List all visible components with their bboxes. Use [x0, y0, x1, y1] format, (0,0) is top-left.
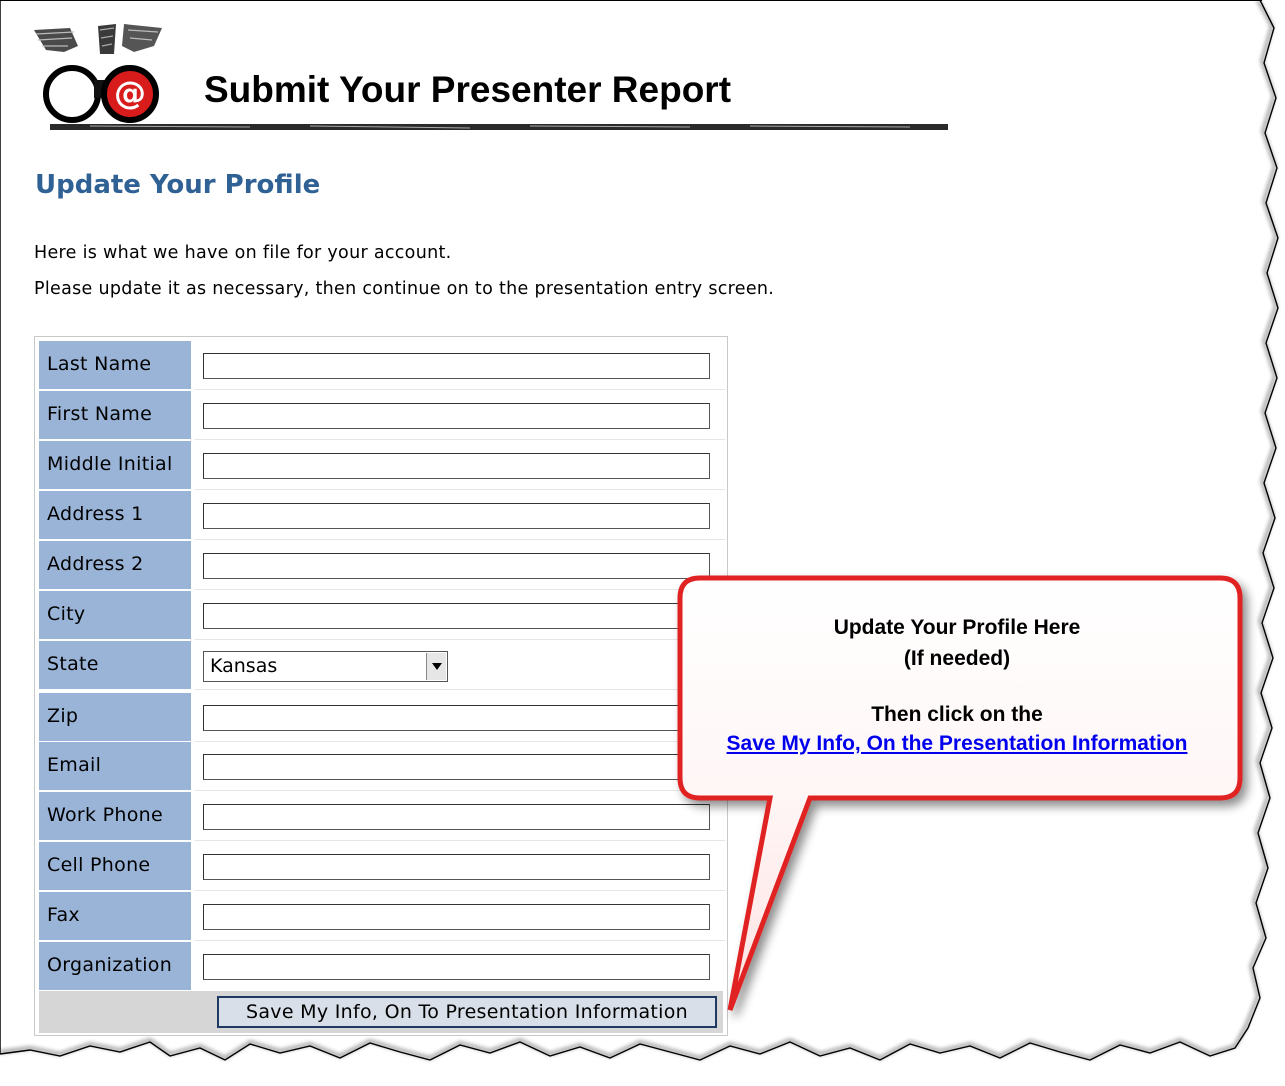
cell-phone-input[interactable] — [203, 854, 710, 880]
form-row-email: Email — [39, 742, 725, 791]
organization-input[interactable] — [203, 954, 710, 980]
row-divider — [195, 890, 725, 891]
form-row-cell-phone: Cell Phone — [39, 842, 725, 891]
presenter-logo: @ — [34, 24, 162, 123]
row-divider — [195, 790, 725, 791]
row-divider — [195, 940, 725, 941]
intro-text-1: Here is what we have on file for your ac… — [34, 243, 452, 263]
form-row-zip: Zip — [39, 693, 725, 742]
chevron-down-icon[interactable] — [426, 653, 446, 680]
first-name-input[interactable] — [203, 403, 710, 429]
middle-initial-input[interactable] — [203, 453, 710, 479]
row-divider — [195, 689, 725, 690]
email-input[interactable] — [203, 754, 710, 780]
state-select-value: Kansas — [210, 655, 278, 677]
row-divider — [195, 439, 725, 440]
state-select[interactable]: Kansas — [203, 651, 448, 682]
page-title: Update Your Profile — [35, 170, 321, 200]
zip-input[interactable] — [203, 705, 710, 731]
form-row-address-2: Address 2 — [39, 541, 725, 590]
row-divider — [195, 489, 725, 490]
state-label: State — [39, 641, 191, 689]
form-row-fax: Fax — [39, 892, 725, 941]
middle-initial-label: Middle Initial — [39, 441, 191, 489]
form-row-address-1: Address 1 — [39, 491, 725, 540]
callout-line-3: Then click on the — [871, 703, 1043, 726]
profile-form: Last Name First Name Middle Initial Addr… — [34, 336, 728, 1036]
form-row-work-phone: Work Phone — [39, 792, 725, 841]
cell-phone-label: Cell Phone — [39, 842, 191, 890]
form-footer: Save My Info, On To Presentation Informa… — [39, 991, 723, 1033]
callout-save-link[interactable]: Save My Info, On the Presentation Inform… — [690, 732, 1224, 756]
fax-input[interactable] — [203, 904, 710, 930]
form-row-first-name: First Name — [39, 391, 725, 440]
svg-text:@: @ — [114, 74, 146, 112]
row-divider — [195, 840, 725, 841]
address-2-input[interactable] — [203, 553, 710, 579]
city-label: City — [39, 591, 191, 639]
intro-text-2: Please update it as necessary, then cont… — [34, 279, 775, 299]
report-header-title: Submit Your Presenter Report — [204, 69, 732, 110]
first-name-label: First Name — [39, 391, 191, 439]
work-phone-input[interactable] — [203, 804, 710, 830]
fax-label: Fax — [39, 892, 191, 940]
form-row-state: State Kansas — [39, 641, 725, 690]
address-1-input[interactable] — [203, 503, 710, 529]
callout-line-1: Update Your Profile Here — [833, 616, 1081, 639]
email-label: Email — [39, 742, 191, 790]
save-my-info-button[interactable]: Save My Info, On To Presentation Informa… — [217, 996, 717, 1028]
form-row-city: City — [39, 591, 725, 640]
last-name-input[interactable] — [203, 353, 710, 379]
callout-line-2: (If needed) — [903, 647, 1011, 670]
row-divider — [195, 539, 725, 540]
row-divider — [195, 589, 725, 590]
row-divider — [195, 389, 725, 390]
header-divider — [50, 124, 948, 130]
last-name-label: Last Name — [39, 341, 191, 389]
row-divider — [195, 639, 725, 640]
zip-label: Zip — [39, 693, 191, 741]
address-1-label: Address 1 — [39, 491, 191, 539]
address-2-label: Address 2 — [39, 541, 191, 589]
work-phone-label: Work Phone — [39, 792, 191, 840]
form-row-middle-initial: Middle Initial — [39, 441, 725, 490]
organization-label: Organization — [39, 942, 191, 990]
form-row-organization: Organization — [39, 942, 725, 990]
form-row-last-name: Last Name — [39, 341, 725, 390]
city-input[interactable] — [203, 603, 710, 629]
